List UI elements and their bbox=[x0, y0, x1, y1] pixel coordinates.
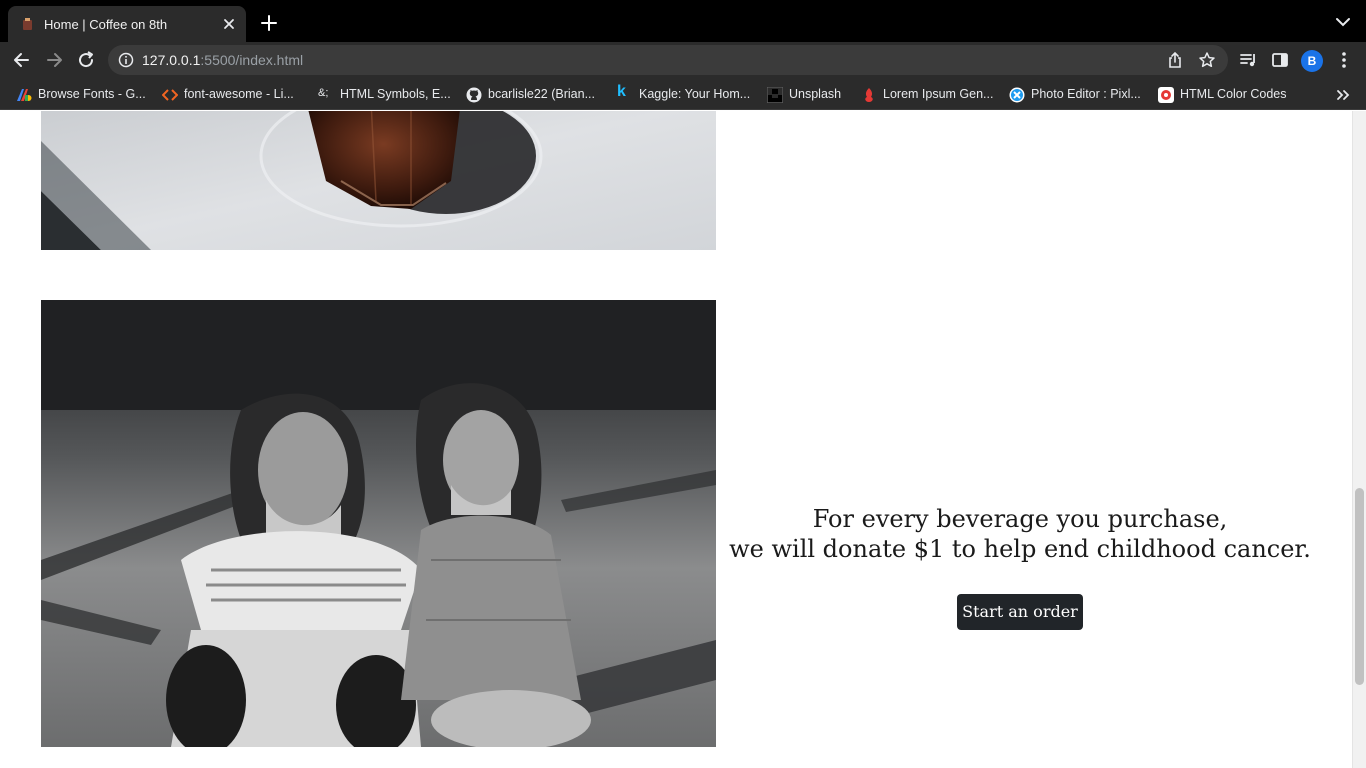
more-menu-icon[interactable] bbox=[1334, 50, 1354, 70]
media-playlist-icon[interactable] bbox=[1238, 50, 1258, 70]
chevron-down-icon[interactable] bbox=[1334, 15, 1352, 29]
donation-message-line-1: For every beverage you purchase, bbox=[812, 505, 1228, 533]
bookmark-label: HTML Color Codes bbox=[1180, 87, 1287, 101]
page-viewport: For every beverage you purchase, we will… bbox=[0, 111, 1352, 768]
bookmark-star-icon[interactable] bbox=[1198, 51, 1216, 69]
url-host: 127.0.0.1 bbox=[142, 52, 201, 68]
page-scrollbar[interactable] bbox=[1352, 111, 1366, 768]
coffee-glass-photo bbox=[41, 111, 716, 250]
tab-title: Home | Coffee on 8th bbox=[44, 17, 168, 32]
code-icon bbox=[162, 89, 178, 101]
bookmarks-bar: Browse Fonts - G... font-awesome - Li...… bbox=[0, 78, 1366, 110]
browser-toolbar: 127.0.0.1:5500/index.html B bbox=[0, 42, 1366, 78]
ampersand-icon: &; bbox=[318, 87, 329, 99]
back-arrow-icon[interactable] bbox=[12, 50, 32, 70]
bookmark-label: Photo Editor : Pixl... bbox=[1031, 87, 1141, 101]
bookmark-label: Unsplash bbox=[789, 87, 842, 101]
coffee-favicon-icon bbox=[23, 18, 32, 30]
url-path: :5500/index.html bbox=[200, 52, 304, 68]
side-panel-icon[interactable] bbox=[1270, 50, 1290, 70]
bookmark-label: Browse Fonts - G... bbox=[38, 87, 146, 101]
donation-message-line-2: we will donate $1 to help end childhood … bbox=[729, 535, 1311, 563]
laughing-girls-photo bbox=[41, 300, 716, 747]
bookmark-label: Lorem Ipsum Gen... bbox=[883, 87, 994, 101]
profile-avatar[interactable]: B bbox=[1301, 50, 1323, 72]
unsplash-icon bbox=[767, 87, 783, 103]
kaggle-icon: k bbox=[617, 83, 626, 100]
lorem-ipsum-icon bbox=[865, 88, 873, 102]
new-tab-plus-icon[interactable] bbox=[260, 14, 278, 32]
scroll-thumb[interactable] bbox=[1355, 488, 1364, 685]
start-order-button[interactable]: Start an order bbox=[957, 594, 1083, 630]
google-fonts-icon bbox=[17, 89, 32, 101]
bookmarks-overflow-icon[interactable] bbox=[1334, 86, 1352, 104]
color-codes-icon bbox=[1158, 87, 1174, 103]
browser-tab[interactable]: Home | Coffee on 8th bbox=[8, 6, 246, 42]
url-text[interactable]: 127.0.0.1:5500/index.html bbox=[142, 52, 303, 68]
bookmark-label: HTML Symbols, E... bbox=[340, 87, 451, 101]
bookmark-label: Kaggle: Your Hom... bbox=[639, 87, 751, 101]
address-bar[interactable]: 127.0.0.1:5500/index.html bbox=[108, 45, 1228, 75]
reload-icon[interactable] bbox=[76, 50, 96, 70]
donation-cta: For every beverage you purchase, we will… bbox=[716, 300, 1352, 747]
bookmark-label: font-awesome - Li... bbox=[184, 87, 294, 101]
tab-strip: Home | Coffee on 8th bbox=[0, 0, 1366, 42]
pixlr-icon bbox=[1009, 87, 1025, 103]
close-icon[interactable] bbox=[220, 15, 238, 33]
forward-arrow-icon[interactable] bbox=[44, 50, 64, 70]
info-icon[interactable] bbox=[118, 52, 134, 68]
github-icon bbox=[466, 87, 482, 103]
bookmark-label: bcarlisle22 (Brian... bbox=[488, 87, 595, 101]
donation-message: For every beverage you purchase, we will… bbox=[716, 504, 1324, 564]
share-icon[interactable] bbox=[1166, 51, 1184, 69]
